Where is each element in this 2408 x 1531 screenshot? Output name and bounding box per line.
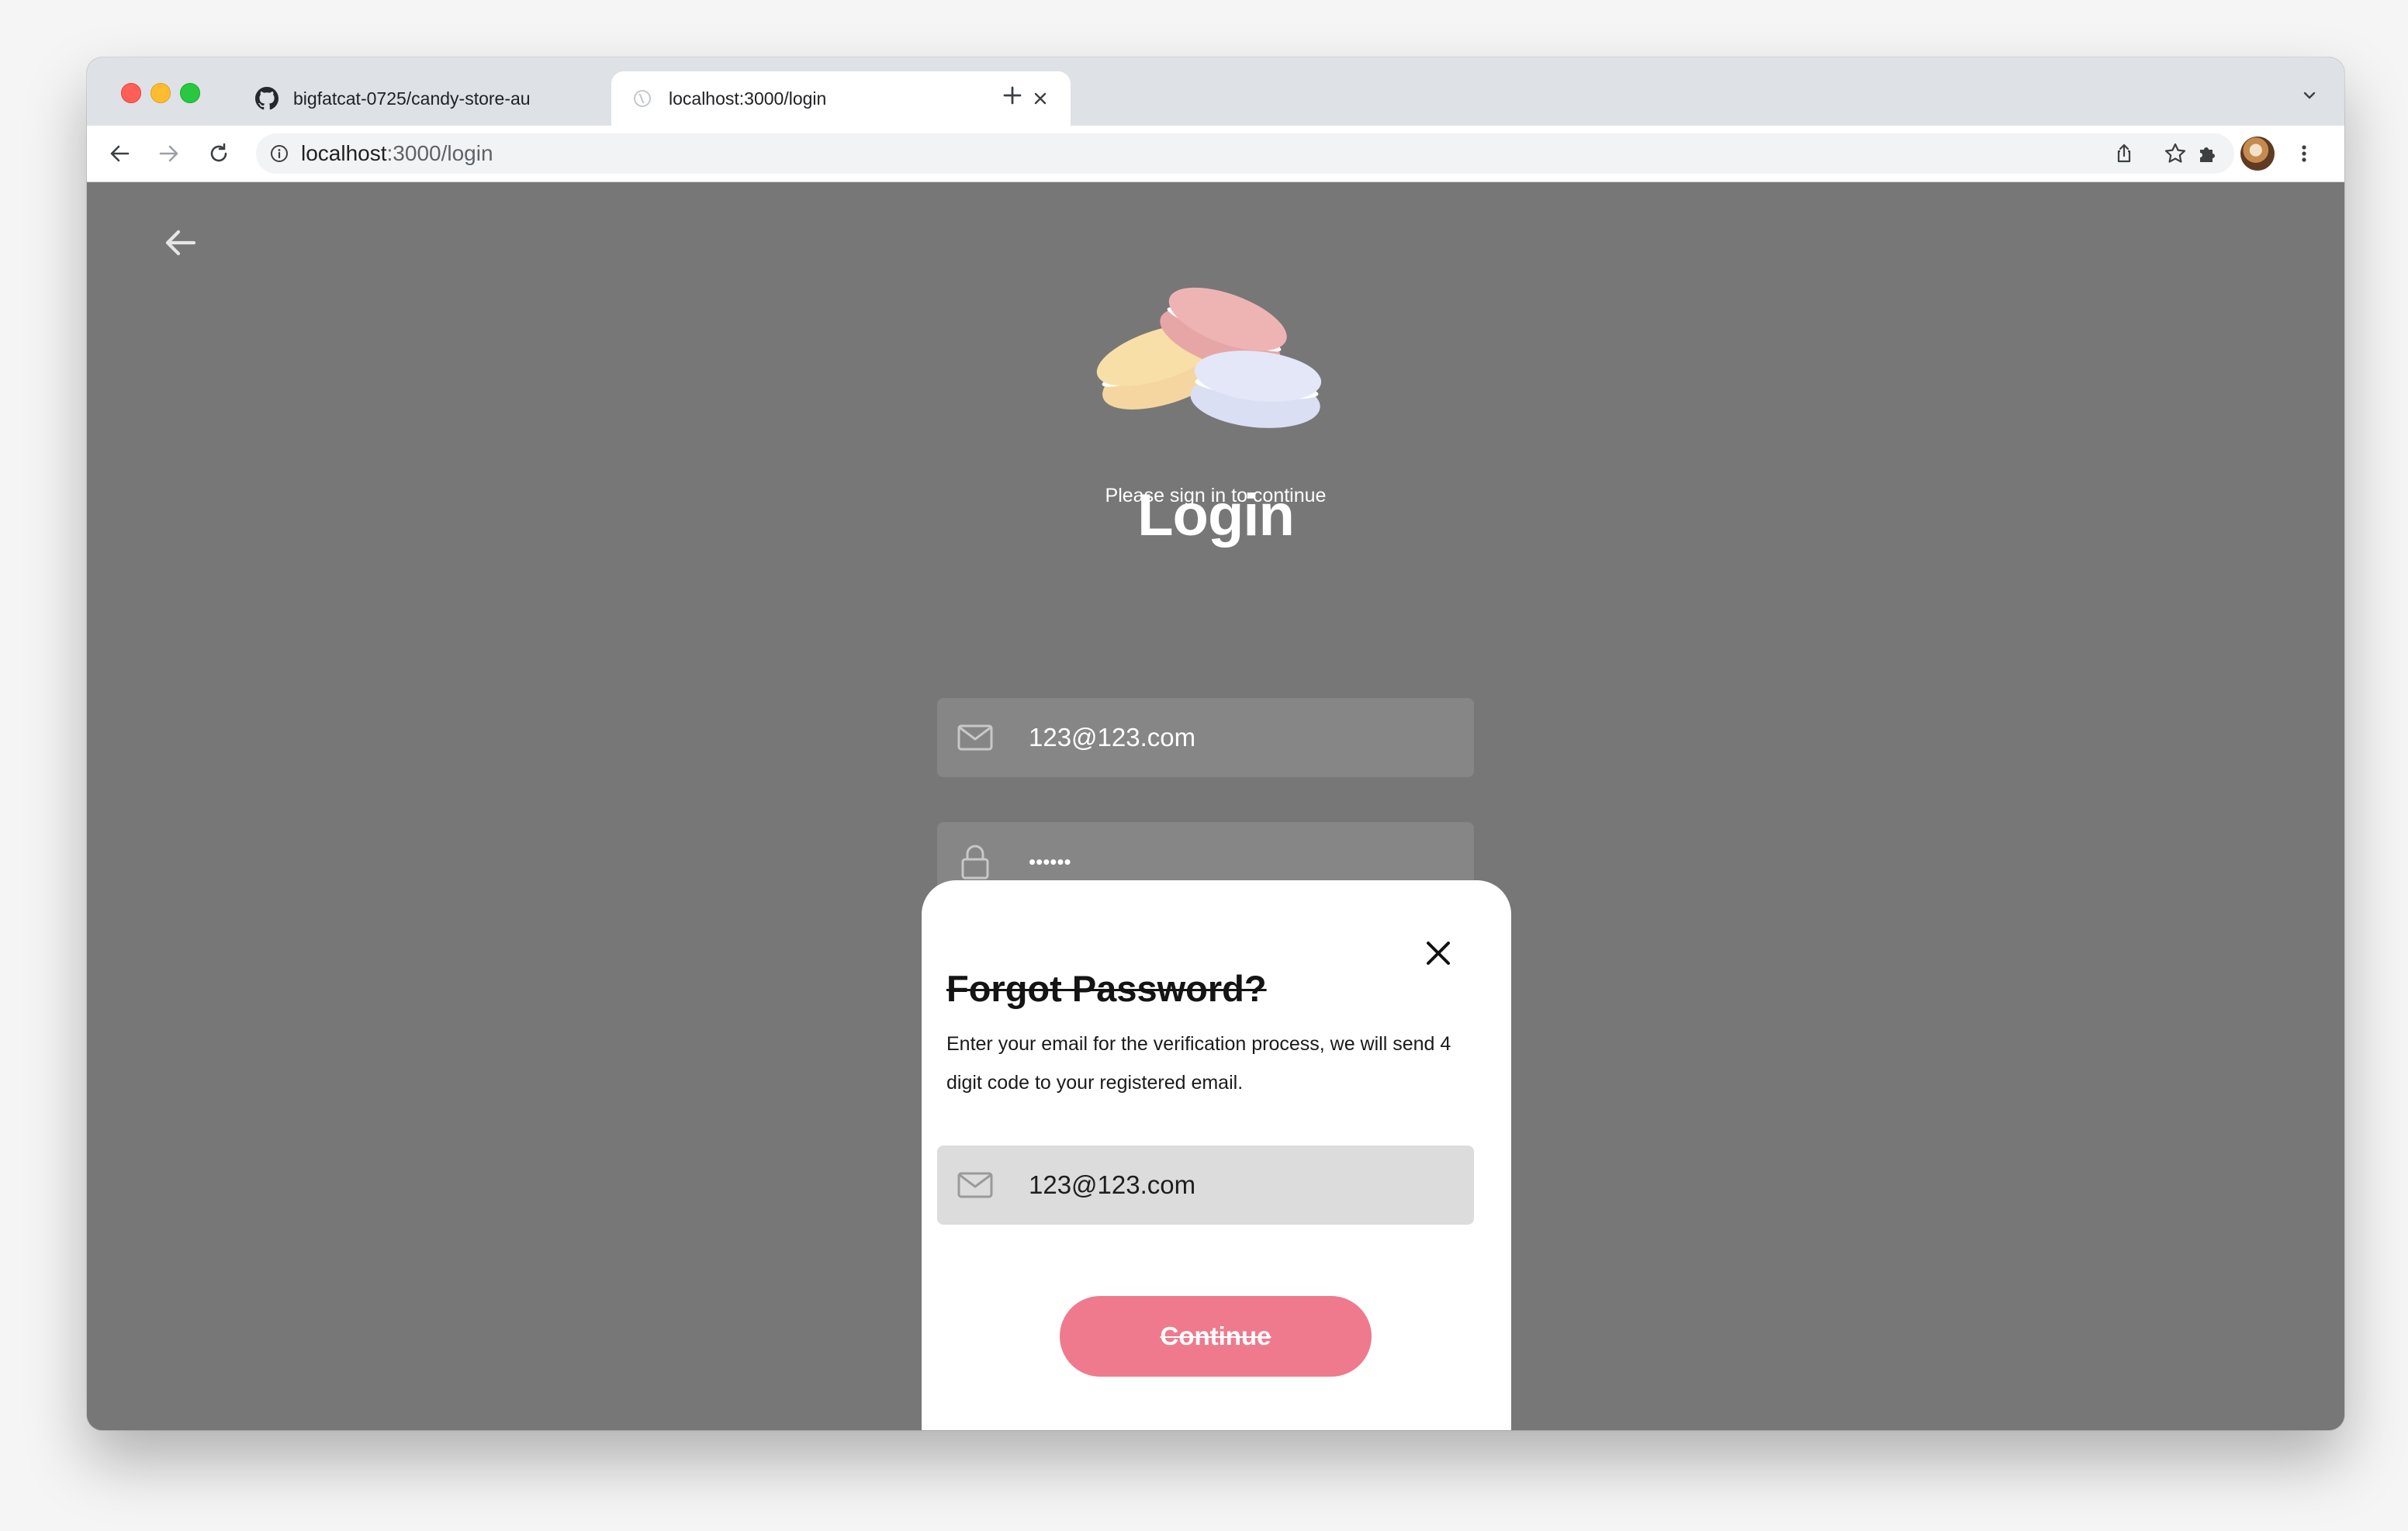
- back-arrow-icon[interactable]: [158, 221, 202, 264]
- share-icon[interactable]: [2112, 141, 2136, 166]
- login-page: Login Please sign in to continue 123@123…: [87, 182, 2344, 1430]
- url-path: :3000/login: [386, 141, 493, 165]
- tab-strip: bigfatcat-0725/candy-store-au localhost:…: [87, 57, 2344, 126]
- email-field[interactable]: 123@123.com: [937, 698, 1474, 777]
- address-url[interactable]: localhost:3000/login: [301, 133, 493, 174]
- bookmark-star-icon[interactable]: [2163, 141, 2188, 166]
- email-value: 123@123.com: [1029, 723, 1196, 752]
- window-zoom-button[interactable]: [180, 83, 200, 103]
- login-subtitle: Please sign in to continue: [1105, 485, 1327, 506]
- browser-toolbar: localhost:3000/login: [87, 126, 2344, 182]
- address-bar[interactable]: localhost:3000/login: [256, 133, 2234, 174]
- reset-email-value: 123@123.com: [1029, 1170, 1196, 1199]
- new-tab-plus-icon[interactable]: [999, 82, 1026, 109]
- profile-avatar[interactable]: [2240, 137, 2275, 171]
- reload-icon[interactable]: [205, 140, 233, 168]
- mail-icon: [957, 1169, 993, 1201]
- url-host: localhost: [301, 141, 387, 165]
- window-minimize-button[interactable]: [150, 83, 171, 103]
- github-icon: [254, 86, 279, 111]
- tab-search-chevron-down-icon[interactable]: [2298, 84, 2321, 107]
- continue-button[interactable]: Continue: [1060, 1296, 1372, 1377]
- mail-icon: [957, 721, 993, 754]
- globe-icon: [630, 86, 655, 111]
- browser-window: bigfatcat-0725/candy-store-au localhost:…: [87, 57, 2344, 1430]
- modal-description: Enter your email for the verification pr…: [946, 1033, 1451, 1094]
- window-close-button[interactable]: [121, 83, 141, 103]
- more-menu-icon[interactable]: [2290, 140, 2318, 168]
- forgot-password-modal: Forgot Password? Enter your email for th…: [922, 880, 1511, 1430]
- site-info-icon[interactable]: [268, 143, 290, 164]
- close-icon[interactable]: [1421, 936, 1455, 970]
- extensions-puzzle-icon[interactable]: [2194, 140, 2222, 168]
- macarons-logo-icon: [1096, 287, 1322, 428]
- tab-title: bigfatcat-0725/candy-store-au: [293, 88, 531, 109]
- modal-title: Forgot Password?: [946, 968, 1267, 1009]
- reset-email-field[interactable]: 123@123.com: [937, 1146, 1474, 1225]
- tab-title: localhost:3000/login: [669, 88, 827, 109]
- forward-nav-icon[interactable]: [155, 140, 183, 168]
- tab-close-icon[interactable]: [1029, 87, 1052, 110]
- back-nav-icon[interactable]: [106, 140, 133, 168]
- lock-icon: [957, 845, 993, 880]
